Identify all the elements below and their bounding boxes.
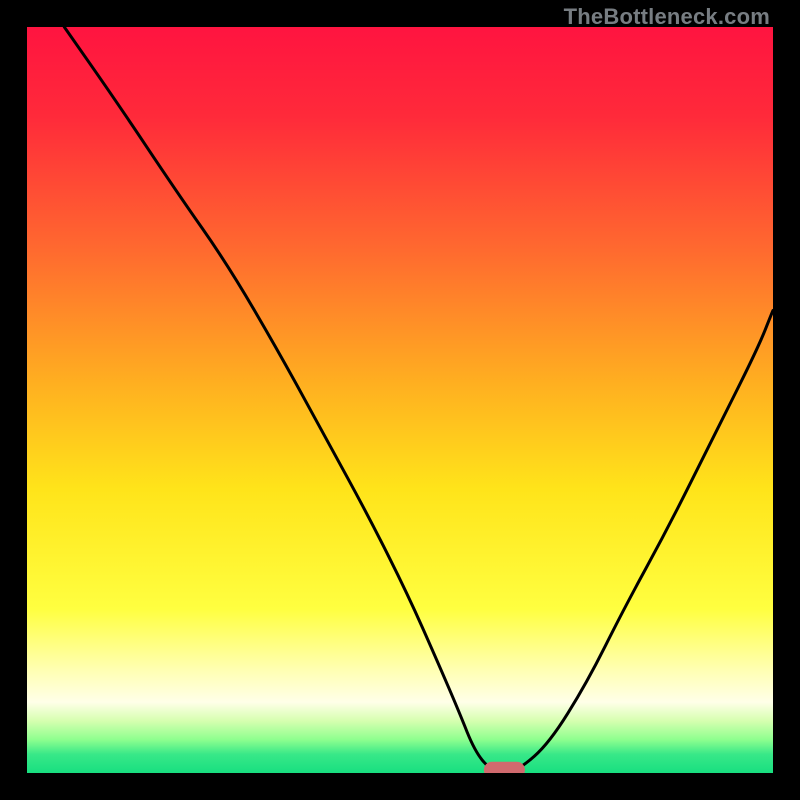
plot-svg <box>27 27 773 773</box>
optimal-marker <box>484 762 525 773</box>
chart-frame: TheBottleneck.com <box>0 0 800 800</box>
gradient-background <box>27 27 773 773</box>
plot-area <box>27 27 773 773</box>
